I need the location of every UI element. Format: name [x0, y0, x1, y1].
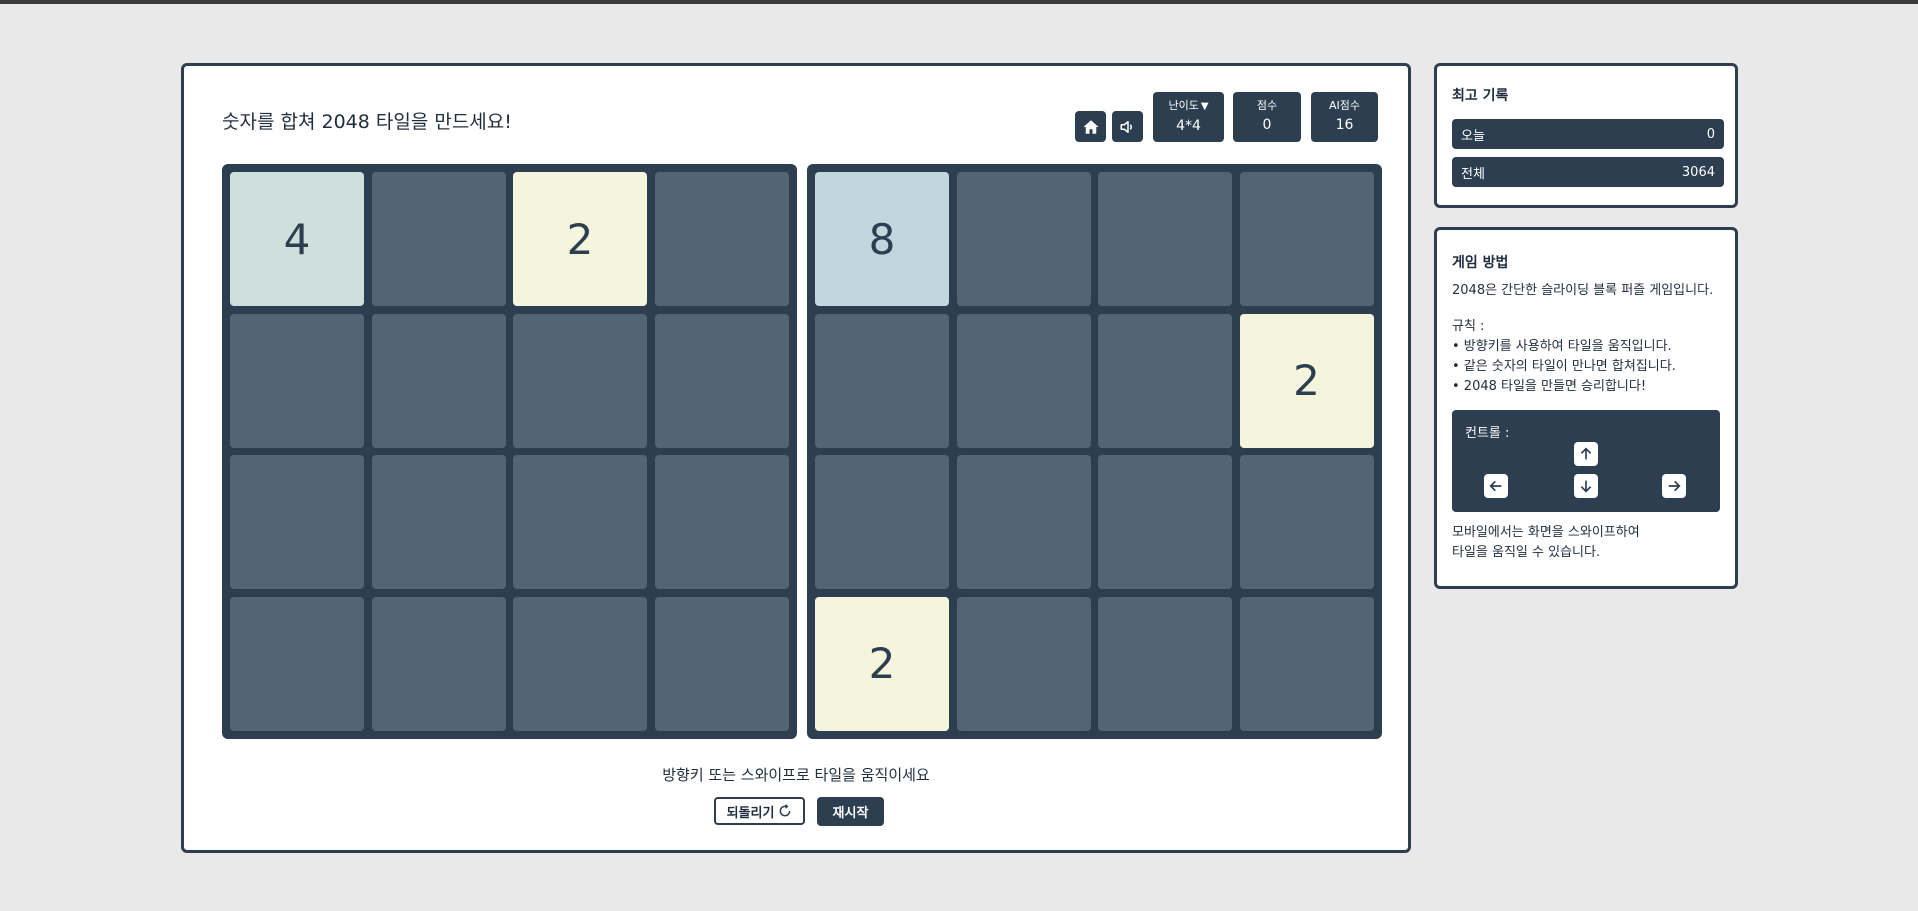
difficulty-selector[interactable]: 난이도 ▼ 4*4 [1153, 92, 1224, 142]
score-value: 0 [1262, 117, 1272, 133]
empty-cell [513, 313, 647, 448]
empty-cell [654, 172, 789, 306]
rule-item: • 2048 타일을 만들면 승리합니다! [1452, 379, 1647, 394]
game-card: 숫자를 합쳐 2048 타일을 만드세요! 난이도 ▼ 4*4 점수 0 AI점수… [181, 63, 1411, 853]
empty-cell [371, 455, 506, 589]
today-record-label: 오늘 [1461, 128, 1485, 144]
empty-cell [1098, 455, 1232, 589]
top-bar [0, 0, 1918, 4]
empty-cell [1098, 313, 1232, 448]
player-board: 42 [222, 164, 797, 739]
empty-cell [956, 172, 1091, 306]
tile-2: 2 [815, 596, 949, 731]
mobile-hint-line2: 타일을 움직일 수 있습니다. [1452, 545, 1601, 560]
empty-cell [956, 313, 1091, 448]
ai-board: 8 2 2 [807, 164, 1382, 739]
sound-button[interactable] [1112, 111, 1143, 142]
empty-cell [1239, 596, 1374, 731]
controls-box: 컨트롤 : [1452, 410, 1720, 512]
undo-label: 되돌리기 [726, 805, 775, 821]
rules-title: 규칙 : [1452, 319, 1485, 334]
empty-cell [1239, 172, 1374, 306]
undo-button[interactable]: 되돌리기 [714, 797, 805, 825]
empty-cell [815, 455, 949, 589]
arrow-right-icon [1668, 480, 1681, 492]
empty-cell [1239, 455, 1374, 589]
today-record-row: 오늘 0 [1452, 119, 1724, 149]
difficulty-label: 난이도 [1168, 99, 1199, 112]
arrow-up-icon [1580, 447, 1592, 460]
total-record-value: 3064 [1681, 164, 1715, 180]
tile-4: 4 [230, 172, 364, 306]
empty-cell [230, 313, 364, 448]
arrow-left-icon [1489, 480, 1502, 492]
empty-cell [654, 455, 789, 589]
records-title: 최고 기록 [1452, 88, 1509, 104]
howto-panel: 게임 방법 2048은 간단한 슬라이딩 블록 퍼즐 게임입니다. 규칙 : •… [1434, 227, 1738, 589]
tile-2: 2 [1239, 313, 1374, 448]
down-arrow-button[interactable] [1574, 474, 1598, 498]
caret-down-icon: ▼ [1200, 101, 1209, 112]
right-arrow-button[interactable] [1662, 474, 1686, 498]
empty-cell [654, 313, 789, 448]
rule-item: • 방향키를 사용하여 타일을 움직입니다. [1452, 339, 1672, 354]
records-panel: 최고 기록 오늘 0 전체 3064 [1434, 63, 1738, 208]
empty-cell [1098, 596, 1232, 731]
home-icon [1083, 119, 1098, 134]
sound-icon [1120, 120, 1132, 133]
tile-8: 8 [815, 172, 949, 306]
controls-label: 컨트롤 : [1465, 426, 1510, 441]
total-record-label: 전체 [1461, 166, 1485, 182]
empty-cell [513, 596, 647, 731]
score-box: 점수 0 [1233, 92, 1301, 142]
game-instruction: 숫자를 합쳐 2048 타일을 만드세요! [222, 111, 512, 133]
up-arrow-button[interactable] [1574, 442, 1598, 466]
empty-cell [956, 455, 1091, 589]
empty-cell [230, 596, 364, 731]
score-label: 점수 [1256, 99, 1278, 112]
empty-cell [371, 172, 506, 306]
empty-cell [513, 455, 647, 589]
arrow-down-icon [1580, 480, 1592, 493]
mobile-hint-line1: 모바일에서는 화면을 스와이프하여 [1452, 525, 1640, 540]
empty-cell [654, 596, 789, 731]
total-record-row: 전체 3064 [1452, 157, 1724, 187]
empty-cell [371, 313, 506, 448]
ai-score-value: 16 [1335, 117, 1354, 133]
empty-cell [1098, 172, 1232, 306]
tile-2: 2 [513, 172, 647, 306]
empty-cell [230, 455, 364, 589]
home-button[interactable] [1075, 111, 1106, 142]
rule-item: • 같은 숫자의 타일이 만나면 합쳐집니다. [1452, 359, 1676, 374]
empty-cell [371, 596, 506, 731]
restart-button[interactable]: 재시작 [817, 797, 884, 826]
howto-title: 게임 방법 [1452, 255, 1509, 271]
ai-score-box: AI점수 16 [1311, 92, 1378, 142]
difficulty-label-row: 난이도 ▼ [1153, 98, 1224, 114]
left-arrow-button[interactable] [1484, 474, 1508, 498]
empty-cell [956, 596, 1091, 731]
empty-cell [815, 313, 949, 448]
today-record-value: 0 [1706, 126, 1715, 142]
howto-intro: 2048은 간단한 슬라이딩 블록 퍼즐 게임입니다. [1452, 283, 1714, 298]
difficulty-value: 4*4 [1176, 118, 1201, 134]
ai-score-label: AI점수 [1328, 99, 1360, 112]
undo-icon [780, 804, 791, 817]
controls-hint: 방향키 또는 스와이프로 타일을 움직이세요 [662, 766, 930, 784]
